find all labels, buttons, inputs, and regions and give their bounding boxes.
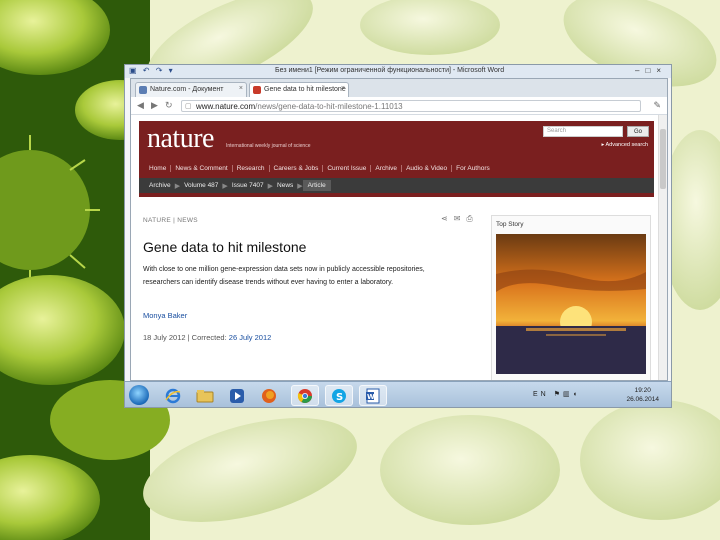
clock[interactable]: 19:20 26.06.2014 bbox=[626, 386, 659, 404]
corrected-date-link[interactable]: 26 July 2012 bbox=[229, 333, 272, 342]
browser-window: Nature.com - Документ × Gene data to hit… bbox=[130, 78, 668, 381]
url-path: /news/gene-data-to-hit-milestone-1.11013 bbox=[255, 102, 403, 111]
main-navigation: Home News & Comment Research Careers & J… bbox=[139, 161, 654, 176]
corrected-label: Corrected: bbox=[191, 333, 227, 342]
article-headline: Gene data to hit milestone bbox=[143, 239, 307, 255]
top-story-panel[interactable]: Top Story bbox=[491, 215, 651, 380]
address-bar[interactable]: ▢ www.nature.com/news/gene-data-to-hit-m… bbox=[181, 100, 641, 112]
clock-date: 26.06.2014 bbox=[626, 396, 659, 403]
svg-text:W: W bbox=[367, 393, 375, 401]
tab-gene-data[interactable]: Gene data to hit milestone × bbox=[249, 82, 349, 97]
reload-icon[interactable]: ↻ bbox=[165, 100, 173, 111]
sunset-image bbox=[496, 234, 646, 374]
vertical-scrollbar[interactable] bbox=[658, 115, 667, 380]
nav-careers-jobs[interactable]: Careers & Jobs bbox=[270, 165, 324, 172]
navigation-bar: ◀ ▶ ↻ ▢ www.nature.com/news/gene-data-to… bbox=[131, 97, 667, 115]
word-title-bar: ▣ ↶ ↷ ▾ Без имени1 [Режим ограниченной ф… bbox=[125, 65, 671, 78]
nav-news-comment[interactable]: News & Comment bbox=[171, 165, 233, 172]
windows-start-button[interactable] bbox=[129, 385, 149, 405]
network-icon[interactable]: ▥ bbox=[563, 391, 573, 398]
share-icon[interactable]: ⋖ bbox=[441, 214, 454, 223]
breadcrumb-issue[interactable]: Issue 7407 bbox=[228, 182, 268, 189]
article-standfirst: With close to one million gene-expressio… bbox=[143, 266, 425, 286]
go-button[interactable]: Go bbox=[627, 126, 649, 137]
screenshot-window: ▣ ↶ ↷ ▾ Без имени1 [Режим ограниченной ф… bbox=[124, 64, 672, 408]
nav-research[interactable]: Research bbox=[233, 165, 270, 172]
article-dates: 18 July 2012 | Corrected: 26 July 2012 bbox=[143, 333, 272, 342]
system-tray[interactable]: EN ⚑▥◖ bbox=[533, 390, 580, 398]
internet-explorer-icon[interactable] bbox=[159, 385, 187, 406]
maximize-button[interactable]: □ bbox=[645, 66, 656, 75]
nav-for-authors[interactable]: For Authors bbox=[452, 165, 494, 172]
nature-favicon-icon bbox=[139, 86, 147, 94]
quick-access-toolbar[interactable]: ▣ ↶ ↷ ▾ bbox=[129, 66, 175, 75]
svg-text:S: S bbox=[336, 392, 343, 403]
chrome-icon[interactable] bbox=[291, 385, 319, 406]
nature-header: nature International weekly journal of s… bbox=[139, 121, 654, 197]
tab-strip: Nature.com - Документ × Gene data to hit… bbox=[131, 79, 667, 97]
breadcrumb-archive[interactable]: Archive bbox=[145, 182, 175, 189]
nav-home[interactable]: Home bbox=[145, 165, 172, 172]
forward-icon[interactable]: ▶ bbox=[151, 100, 158, 111]
page-icon: ▢ bbox=[185, 103, 192, 110]
window-controls[interactable]: –□× bbox=[635, 66, 667, 75]
nav-audio-video[interactable]: Audio & Video bbox=[402, 165, 453, 172]
breadcrumb-article: Article bbox=[302, 180, 331, 191]
breadcrumb-news[interactable]: News bbox=[273, 182, 297, 189]
tray-flag-icon[interactable]: ⚑ bbox=[554, 391, 563, 398]
author-link[interactable]: Monya Baker bbox=[143, 311, 187, 320]
file-explorer-icon[interactable] bbox=[191, 385, 219, 406]
taskbar: S W EN ⚑▥◖ 19:20 26.06.2014 bbox=[125, 381, 671, 407]
back-icon[interactable]: ◀ bbox=[137, 100, 144, 111]
section-label: NATURE | NEWS bbox=[143, 217, 198, 224]
close-tab-icon[interactable]: × bbox=[341, 85, 345, 92]
tab-nature[interactable]: Nature.com - Документ × bbox=[135, 82, 247, 97]
word-icon[interactable]: W bbox=[359, 385, 387, 406]
nav-archive[interactable]: Archive bbox=[371, 165, 403, 172]
close-tab-icon[interactable]: × bbox=[239, 85, 243, 92]
scrollbar-thumb[interactable] bbox=[660, 129, 666, 189]
tagline: International weekly journal of science bbox=[226, 143, 311, 149]
minimize-button[interactable]: – bbox=[635, 66, 645, 75]
tab-label: Gene data to hit milestone bbox=[264, 86, 346, 93]
tab-label: Nature.com - Документ bbox=[150, 86, 224, 93]
published-date: 18 July 2012 bbox=[143, 333, 186, 342]
skype-icon[interactable]: S bbox=[325, 385, 353, 406]
clock-time: 19:20 bbox=[634, 387, 651, 394]
breadcrumb: Archive ▶ Volume 487 ▶ Issue 7407 ▶ News ▶ A… bbox=[139, 178, 654, 193]
media-player-icon[interactable] bbox=[223, 385, 251, 406]
wrench-menu-icon[interactable]: ✎ bbox=[653, 100, 661, 111]
nature-logo[interactable]: nature bbox=[147, 123, 214, 155]
advanced-search-link[interactable]: ▸ Advanced search bbox=[602, 142, 648, 148]
share-tools: ⋖✉⎙ bbox=[441, 214, 479, 224]
nature-favicon-icon bbox=[253, 86, 261, 94]
top-story-label: Top Story bbox=[496, 221, 524, 228]
web-page: nature International weekly journal of s… bbox=[131, 115, 667, 380]
window-title: Без имени1 [Режим ограниченной функциона… bbox=[275, 67, 505, 74]
firefox-icon[interactable] bbox=[255, 385, 283, 406]
email-icon[interactable]: ✉ bbox=[454, 214, 467, 223]
nav-current-issue[interactable]: Current Issue bbox=[323, 165, 372, 172]
breadcrumb-volume[interactable]: Volume 487 bbox=[180, 182, 222, 189]
search-input[interactable]: Search bbox=[543, 126, 623, 137]
volume-icon[interactable]: ◖ bbox=[573, 391, 580, 398]
print-icon[interactable]: ⎙ bbox=[466, 214, 478, 223]
url-host: www.nature.com bbox=[196, 102, 256, 111]
close-button[interactable]: × bbox=[656, 66, 667, 75]
language-indicator[interactable]: EN bbox=[533, 391, 549, 398]
